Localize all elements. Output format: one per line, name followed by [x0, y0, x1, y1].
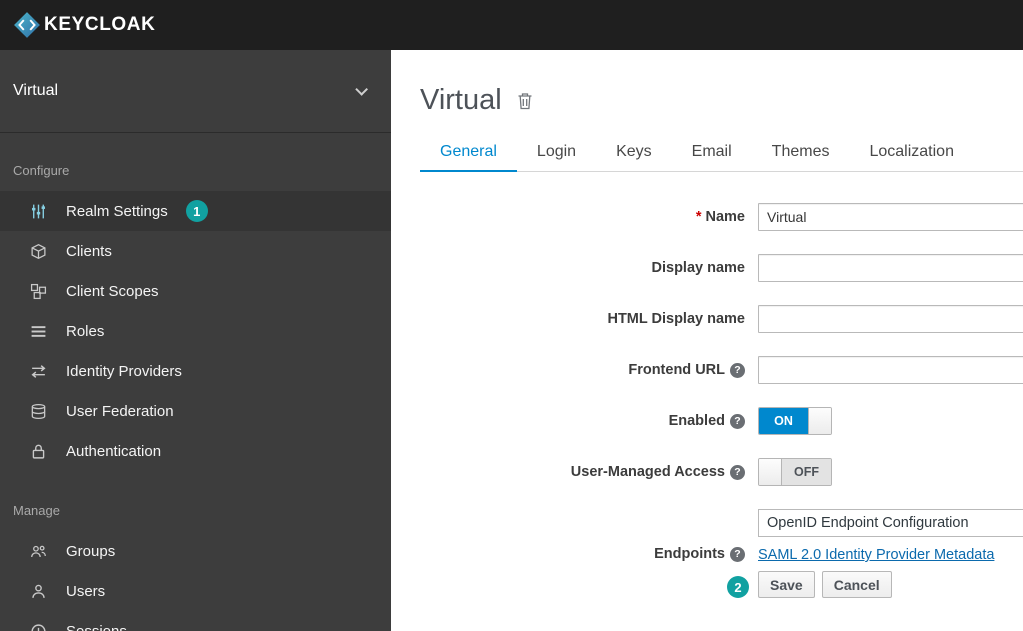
chevron-down-icon	[355, 82, 368, 96]
toggle-handle	[759, 459, 782, 485]
realm-selector[interactable]: Virtual	[0, 50, 391, 133]
form-row-enabled: Enabled ? ON	[420, 407, 1023, 435]
sidebar-item-client-scopes[interactable]: Client Scopes	[0, 271, 391, 311]
keycloak-logo[interactable]: KEYCLOAK	[13, 11, 155, 39]
tab-localization[interactable]: Localization	[849, 133, 974, 171]
keycloak-logo-icon	[13, 11, 41, 39]
sidebar-item-label: Clients	[66, 242, 112, 260]
openid-endpoint-link[interactable]: OpenID Endpoint Configuration	[767, 515, 969, 531]
endpoints-label: Endpoints ?	[654, 540, 745, 568]
exchange-arrows-icon	[30, 363, 50, 380]
tab-general[interactable]: General	[420, 133, 517, 172]
help-icon[interactable]: ?	[730, 546, 745, 562]
enabled-label: Enabled ?	[669, 407, 745, 435]
name-input[interactable]	[758, 203, 1023, 231]
cubes-icon	[30, 283, 50, 300]
sidebar-item-sessions[interactable]: Sessions	[0, 611, 391, 631]
tab-email[interactable]: Email	[672, 133, 752, 171]
html-display-name-label: HTML Display name	[607, 311, 745, 327]
form-row-name: * Name	[420, 203, 1023, 231]
required-asterisk: *	[695, 209, 702, 225]
cancel-button[interactable]: Cancel	[821, 571, 892, 598]
current-realm-name: Virtual	[13, 82, 59, 99]
configure-nav: Realm Settings 1 Clients Client Scopes R…	[0, 191, 391, 471]
sidebar-item-users[interactable]: Users	[0, 571, 391, 611]
sidebar-item-identity-providers[interactable]: Identity Providers	[0, 351, 391, 391]
form-row-html-display-name: HTML Display name	[420, 305, 1023, 333]
sidebar-item-label: Authentication	[66, 442, 162, 460]
sidebar-item-groups[interactable]: Groups	[0, 531, 391, 571]
user-managed-access-label: User-Managed Access ?	[571, 458, 745, 486]
help-icon[interactable]: ?	[730, 413, 745, 429]
realm-general-form: * Name Display name HTML Display name	[420, 203, 1023, 598]
sidebar-item-user-federation[interactable]: User Federation	[0, 391, 391, 431]
sidebar-item-label: Groups	[66, 542, 116, 560]
sidebar-item-label: User Federation	[66, 402, 174, 420]
sidebar-item-authentication[interactable]: Authentication	[0, 431, 391, 471]
user-icon	[30, 583, 50, 600]
tab-keys[interactable]: Keys	[596, 133, 672, 171]
nav-section-manage: Manage	[13, 503, 60, 518]
cube-icon	[30, 243, 50, 260]
database-icon	[30, 403, 50, 420]
clock-icon	[30, 623, 50, 631]
keycloak-brand-text: KEYCLOAK	[44, 14, 156, 35]
sidebar-item-label: Realm Settings	[66, 202, 168, 220]
toggle-handle	[808, 408, 831, 434]
tab-themes[interactable]: Themes	[752, 133, 850, 171]
form-actions: Save Cancel	[758, 571, 892, 598]
sidebar-item-clients[interactable]: Clients	[0, 231, 391, 271]
html-display-name-input[interactable]	[758, 305, 1023, 333]
name-label-col: * Name	[420, 203, 745, 231]
group-icon	[30, 543, 50, 560]
trash-icon[interactable]	[517, 92, 533, 110]
name-label: * Name	[695, 209, 745, 225]
lock-icon	[30, 443, 50, 460]
tab-login[interactable]: Login	[517, 133, 596, 171]
list-icon	[30, 323, 50, 340]
nav-section-configure: Configure	[13, 163, 70, 178]
sliders-icon	[30, 203, 50, 220]
form-row-user-managed-access: User-Managed Access ? OFF	[420, 458, 1023, 486]
form-row-endpoints: Endpoints ? 2 OpenID Endpoint Configurat…	[420, 509, 1023, 598]
sidebar-item-label: Users	[66, 582, 106, 600]
sidebar: Virtual Configure Realm Settings 1 Clien…	[0, 50, 391, 631]
openid-endpoint-box: OpenID Endpoint Configuration	[758, 509, 1023, 537]
topbar: KEYCLOAK	[0, 0, 1023, 50]
page-title: Virtual	[420, 84, 502, 116]
display-name-input[interactable]	[758, 254, 1023, 282]
page-title-row: Virtual	[420, 84, 1023, 117]
help-icon[interactable]: ?	[730, 362, 745, 378]
tab-bar: General Login Keys Email Themes Localiza…	[420, 133, 1023, 172]
annotation-step-1-badge: 1	[185, 200, 208, 222]
save-button[interactable]: Save	[758, 571, 815, 598]
sidebar-item-label: Roles	[66, 322, 105, 340]
toggle-off-label: OFF	[782, 459, 831, 485]
frontend-url-label: Frontend URL ?	[628, 356, 745, 384]
frontend-url-input[interactable]	[758, 356, 1023, 384]
sidebar-item-label: Client Scopes	[66, 282, 159, 300]
user-managed-access-toggle[interactable]: OFF	[758, 458, 832, 486]
main-content: Virtual General Login Keys Email Themes …	[391, 50, 1023, 631]
form-row-frontend-url: Frontend URL ?	[420, 356, 1023, 384]
saml-metadata-link[interactable]: SAML 2.0 Identity Provider Metadata	[758, 547, 994, 563]
toggle-on-label: ON	[759, 408, 808, 434]
help-icon[interactable]: ?	[730, 464, 745, 480]
sidebar-item-label: Sessions	[66, 622, 127, 631]
sidebar-item-label: Identity Providers	[66, 362, 182, 380]
sidebar-item-roles[interactable]: Roles	[0, 311, 391, 351]
manage-nav: Groups Users Sessions	[0, 531, 391, 631]
sidebar-item-realm-settings[interactable]: Realm Settings 1	[0, 191, 391, 231]
enabled-toggle[interactable]: ON	[758, 407, 832, 435]
display-name-label: Display name	[651, 260, 746, 276]
annotation-step-2-badge: 2	[727, 576, 749, 598]
form-row-display-name: Display name	[420, 254, 1023, 282]
